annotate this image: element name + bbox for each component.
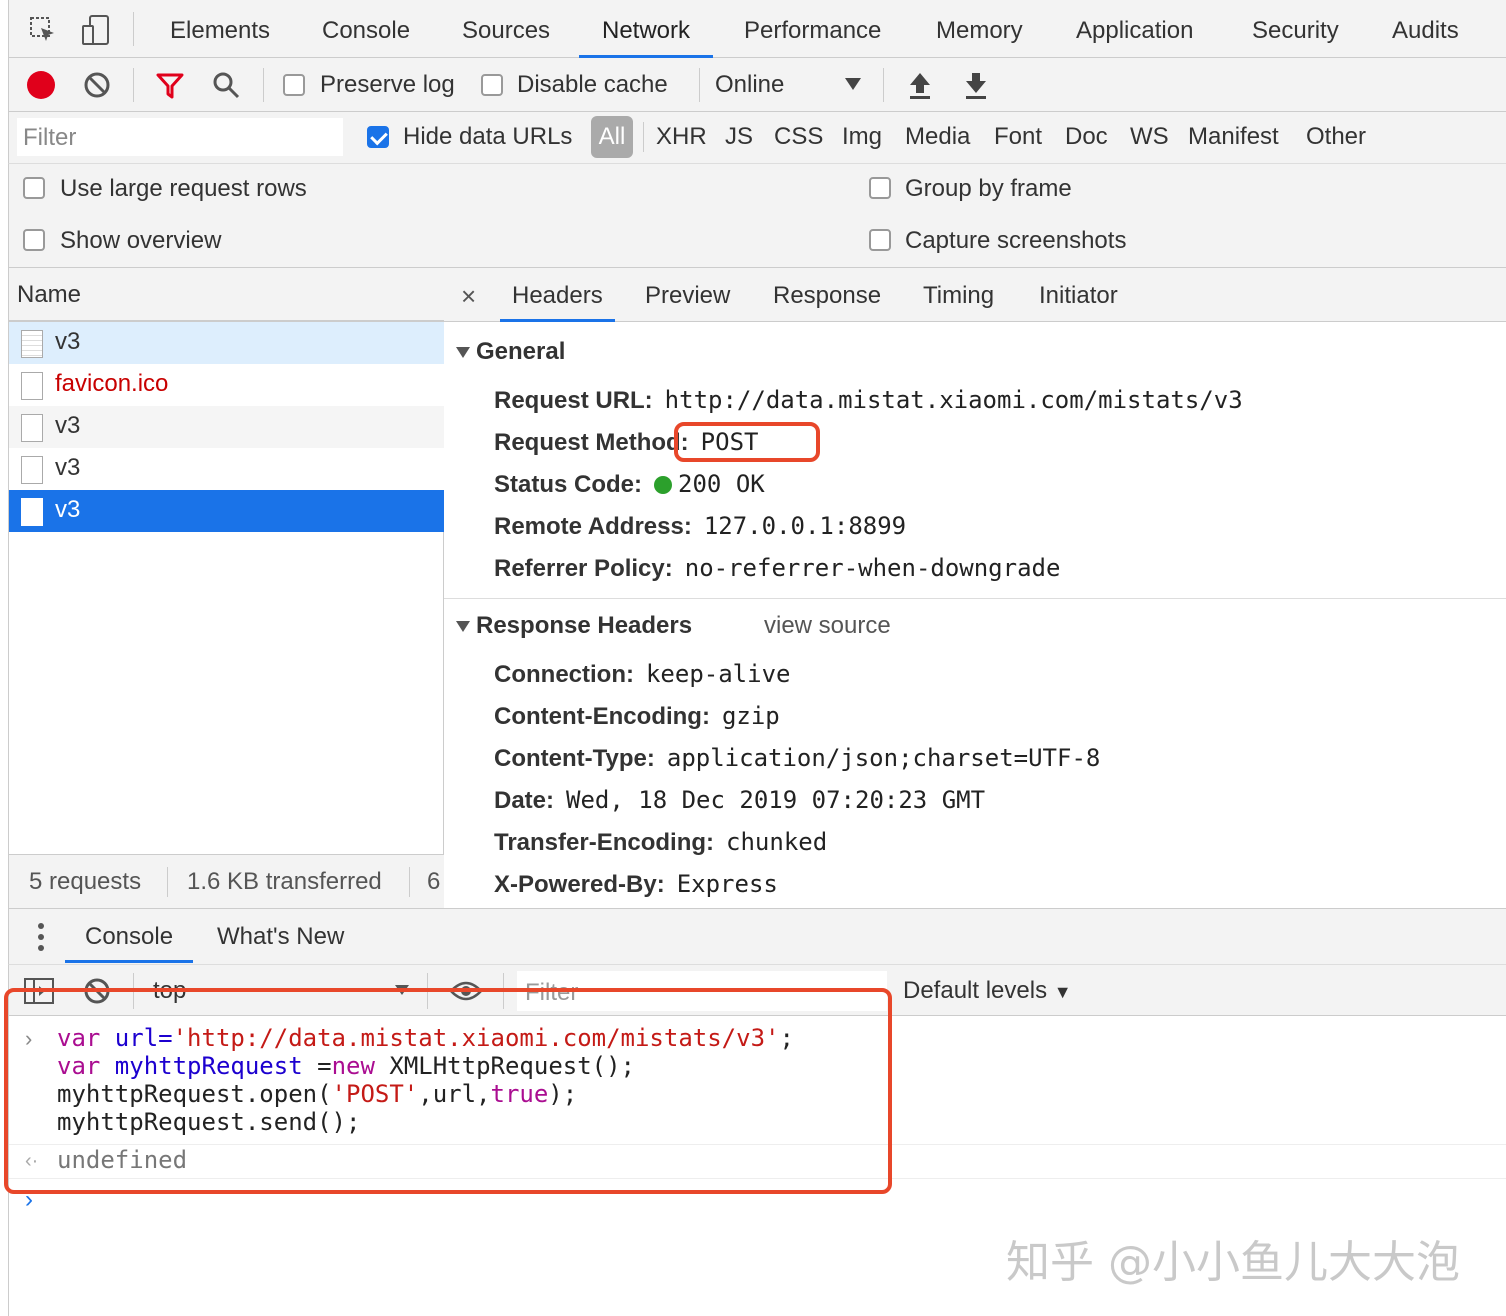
filter-type-css[interactable]: CSS — [774, 123, 823, 151]
request-row[interactable]: favicon.ico — [9, 364, 444, 406]
document-icon — [21, 414, 43, 442]
hide-data-urls-label: Hide data URLs — [403, 123, 573, 150]
inspect-element-icon[interactable] — [29, 16, 57, 44]
record-icon[interactable] — [27, 71, 55, 99]
close-icon[interactable]: × — [461, 268, 476, 322]
filter-input[interactable]: Filter — [17, 118, 343, 156]
filter-type-all[interactable]: All — [591, 116, 633, 158]
tab-memory[interactable]: Memory — [936, 0, 1023, 58]
show-overview-label: Show overview — [60, 227, 222, 254]
tab-security[interactable]: Security — [1252, 0, 1339, 58]
large-rows-checkbox[interactable] — [23, 177, 45, 199]
chevron-down-icon: ▼ — [1053, 982, 1072, 1002]
device-toolbar-icon[interactable] — [81, 14, 111, 46]
filter-type-js[interactable]: JS — [725, 123, 753, 151]
code-highlight-box — [4, 988, 892, 1194]
filter-type-manifest[interactable]: Manifest — [1188, 123, 1279, 151]
preserve-log-checkbox[interactable] — [283, 74, 305, 96]
import-har-icon[interactable] — [907, 70, 933, 100]
tab-network[interactable]: Network — [579, 0, 714, 58]
document-icon — [21, 372, 43, 400]
transfer-encoding-row: Transfer-Encoding: chunked — [494, 828, 828, 856]
name-column-header[interactable]: Name — [9, 268, 444, 322]
triangle-down-icon — [456, 621, 470, 633]
group-by-frame-checkbox[interactable] — [869, 177, 891, 199]
chevron-down-icon[interactable] — [845, 78, 861, 90]
content-encoding-row: Content-Encoding: gzip — [494, 702, 780, 730]
log-levels-select[interactable]: Default levels ▼ — [903, 977, 1072, 1005]
filter-type-font[interactable]: Font — [994, 123, 1042, 151]
filter-bar: Filter Hide data URLs All XHR JS CSS Img… — [8, 112, 1506, 164]
tab-sources[interactable]: Sources — [462, 0, 550, 58]
request-row[interactable]: v3 — [9, 406, 444, 448]
document-icon — [21, 330, 43, 358]
capture-screenshots-label: Capture screenshots — [905, 227, 1127, 254]
drawer-tab-bar: Console What's New — [8, 908, 1506, 964]
more-vertical-icon[interactable] — [37, 921, 45, 953]
referrer-policy-row: Referrer Policy: no-referrer-when-downgra… — [494, 554, 1061, 582]
filter-type-ws[interactable]: WS — [1130, 123, 1169, 151]
clear-icon[interactable] — [83, 71, 111, 99]
connection-row: Connection: keep-alive — [494, 660, 791, 688]
details-tab-bar: × Headers Preview Response Timing Initia… — [444, 268, 1506, 322]
tab-performance[interactable]: Performance — [744, 0, 881, 58]
response-headers-section-header[interactable]: Response Headers — [456, 612, 692, 640]
tab-console[interactable]: Console — [322, 0, 410, 58]
status-ok-icon — [654, 476, 673, 494]
large-rows-label: Use large request rows — [60, 175, 307, 202]
tab-timing[interactable]: Timing — [923, 268, 994, 322]
document-icon — [21, 498, 43, 526]
filter-type-img[interactable]: Img — [842, 123, 882, 151]
request-list: Name v3 favicon.ico v3 v3 v3 5 requests … — [8, 268, 444, 908]
filter-type-doc[interactable]: Doc — [1065, 123, 1108, 151]
disable-cache-checkbox[interactable] — [481, 74, 503, 96]
request-row[interactable]: v3 — [9, 448, 444, 490]
drawer-tab-whats-new[interactable]: What's New — [217, 909, 344, 963]
search-icon[interactable] — [211, 70, 241, 100]
export-har-icon[interactable] — [963, 70, 989, 100]
tab-application[interactable]: Application — [1076, 0, 1193, 58]
tab-audits[interactable]: Audits — [1392, 0, 1459, 58]
date-row: Date: Wed, 18 Dec 2019 07:20:23 GMT — [494, 786, 986, 814]
drawer-tab-console[interactable]: Console — [65, 909, 194, 963]
tab-headers[interactable]: Headers — [500, 268, 615, 322]
throttle-select[interactable]: Online — [715, 71, 784, 99]
tab-response[interactable]: Response — [773, 268, 881, 322]
view-source-link[interactable]: view source — [764, 612, 891, 640]
remote-address-row: Remote Address: 127.0.0.1:8899 — [494, 512, 907, 540]
network-toolbar: Preserve log Disable cache Online — [8, 58, 1506, 112]
show-overview-checkbox[interactable] — [23, 229, 45, 251]
content-type-row: Content-Type: application/json;charset=UT… — [494, 744, 1101, 772]
filter-type-other[interactable]: Other — [1306, 123, 1366, 151]
filter-type-media[interactable]: Media — [905, 123, 970, 151]
preserve-log-label: Preserve log — [320, 71, 455, 98]
document-icon — [21, 456, 43, 484]
group-by-frame-label: Group by frame — [905, 175, 1072, 202]
request-url-row: Request URL: http://data.mistat.xiaomi.co… — [494, 386, 1243, 414]
disable-cache-label: Disable cache — [517, 71, 668, 98]
tab-initiator[interactable]: Initiator — [1039, 268, 1118, 322]
general-section-header[interactable]: General — [456, 338, 565, 366]
tab-preview[interactable]: Preview — [645, 268, 730, 322]
devtools-tab-bar: Elements Console Sources Network Perform… — [8, 0, 1506, 58]
filter-icon[interactable] — [155, 71, 185, 101]
watermark: 知乎 @小小鱼儿大大泡 — [1006, 1237, 1460, 1288]
method-highlight-box — [674, 422, 820, 462]
filter-type-xhr[interactable]: XHR — [656, 123, 707, 151]
tab-elements[interactable]: Elements — [170, 0, 270, 58]
network-summary: 5 requests 1.6 KB transferred 6 — [9, 854, 444, 908]
network-settings: Use large request rows Show overview Gro… — [8, 164, 1506, 268]
request-row[interactable]: v3 — [9, 322, 444, 364]
triangle-down-icon — [456, 347, 470, 359]
hide-data-urls-checkbox[interactable] — [367, 126, 389, 148]
status-code-row: Status Code: 200 OK — [494, 470, 765, 498]
x-powered-by-row: X-Powered-By: Express — [494, 870, 778, 898]
request-details: × Headers Preview Response Timing Initia… — [444, 268, 1506, 908]
request-row-selected[interactable]: v3 — [9, 490, 444, 532]
capture-screenshots-checkbox[interactable] — [869, 229, 891, 251]
